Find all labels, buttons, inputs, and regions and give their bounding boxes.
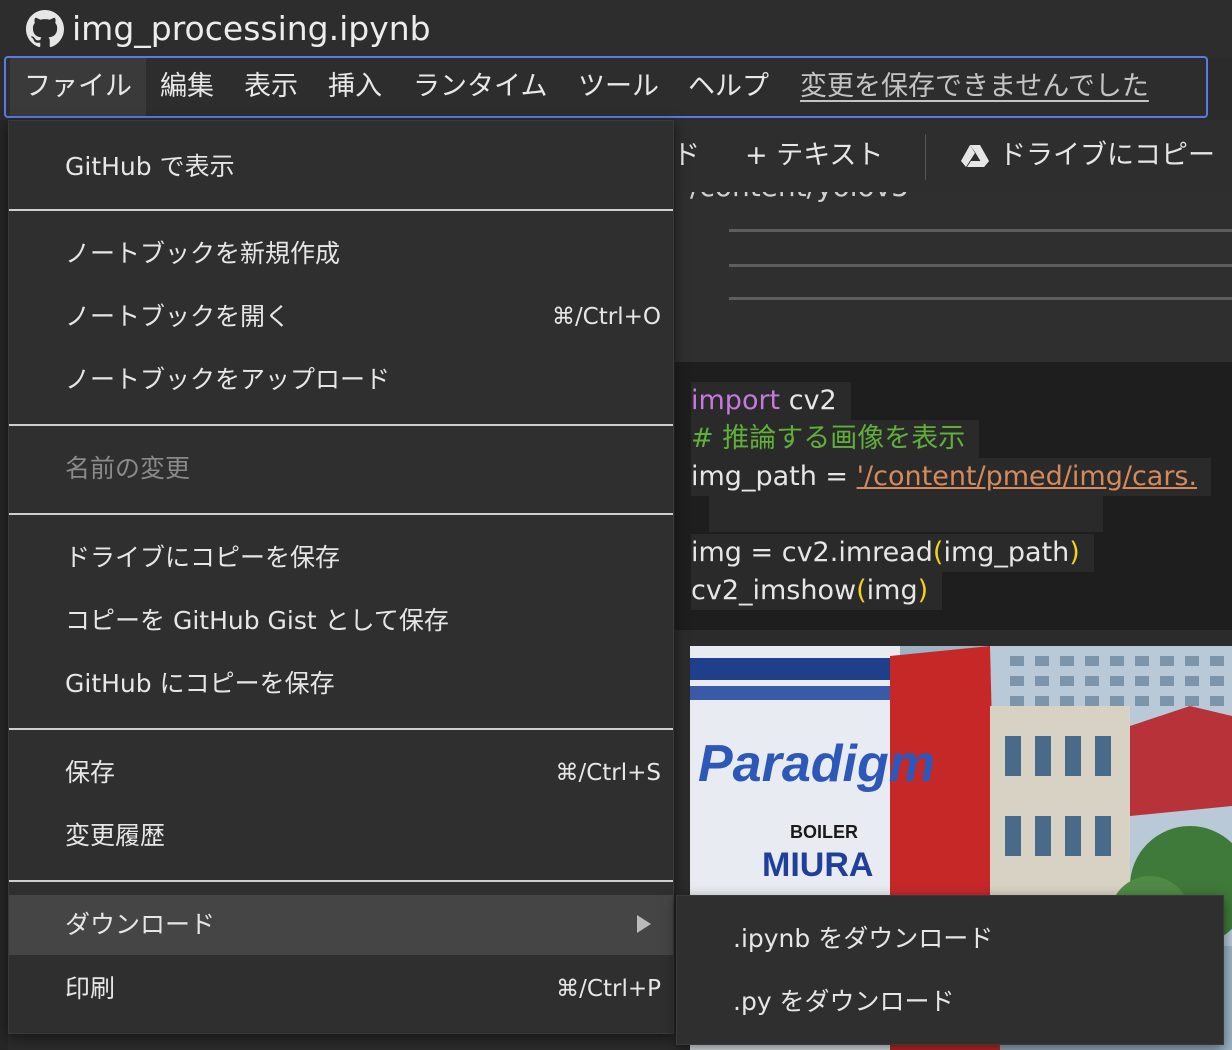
menu-divider: [9, 209, 673, 211]
copy-to-drive-button[interactable]: ドライブにコピー: [999, 120, 1215, 192]
menu-item-label: 変更履歴: [65, 821, 166, 850]
code-line-3: img_path = '/content/pmed/img/cars.: [691, 458, 1212, 496]
submenu-item-download-py[interactable]: .py をダウンロード: [677, 971, 1223, 1033]
menu-divider: [9, 513, 673, 515]
menu-item-label: ノートブックを開く: [65, 302, 291, 331]
code-text: img: [866, 575, 918, 606]
code-text: img_path: [943, 537, 1070, 568]
menu-insert[interactable]: 挿入: [328, 58, 382, 116]
menu-item-open-notebook[interactable]: ノートブックを開く ⌘/Ctrl+O: [9, 287, 673, 347]
code-line-5: img = cv2.imread(img_path): [691, 534, 1094, 572]
toolbar-divider: [925, 134, 926, 180]
menu-view[interactable]: 表示: [244, 58, 298, 116]
menu-item-label: 印刷: [65, 974, 116, 1003]
output-line: [729, 264, 1232, 267]
menu-divider: [9, 728, 673, 730]
code-bracket: ): [917, 575, 929, 606]
code-line-4: [709, 496, 1103, 532]
menu-item-upload-notebook[interactable]: ノートブックをアップロード: [9, 350, 673, 410]
menu-divider: [9, 424, 673, 426]
menu-item-label: 保存: [65, 758, 116, 787]
code-text: cv2: [780, 385, 837, 416]
code-line-1: import cv2: [691, 382, 851, 420]
menu-item-label: .ipynb をダウンロード: [733, 924, 994, 953]
menu-item-view-on-github[interactable]: GitHub で表示: [9, 137, 673, 197]
menu-item-print[interactable]: 印刷 ⌘/Ctrl+P: [9, 959, 673, 1019]
sign-boiler: BOILER: [790, 822, 858, 842]
download-submenu: .ipynb をダウンロード .py をダウンロード: [676, 895, 1224, 1045]
sign-paradigm: Paradigm: [698, 735, 935, 793]
code-cell[interactable]: import cv2 # 推論する画像を表示 img_path = '/cont…: [675, 362, 1232, 630]
menu-item-shortcut: ⌘/Ctrl+P: [556, 976, 661, 1002]
menu-item-label: ノートブックをアップロード: [65, 365, 391, 394]
code-keyword: import: [691, 385, 781, 416]
menu-item-label: ドライブにコピーを保存: [65, 543, 341, 572]
add-text-button[interactable]: + テキスト: [745, 120, 883, 192]
code-text: img_path =: [691, 461, 857, 492]
code-string: '/content/pmed/img/cars.: [856, 461, 1198, 492]
menu-item-save-copy-github[interactable]: GitHub にコピーを保存: [9, 654, 673, 714]
menu-item-shortcut: ⌘/Ctrl+O: [551, 304, 661, 330]
notebook-title[interactable]: img_processing.ipynb: [72, 8, 431, 50]
menu-item-label: 名前の変更: [65, 454, 191, 483]
unsaved-changes-link[interactable]: 変更を保存できませんでした: [800, 58, 1149, 116]
menu-file[interactable]: ファイル: [10, 58, 146, 116]
submenu-item-download-ipynb[interactable]: .ipynb をダウンロード: [677, 908, 1223, 970]
code-comment: # 推論する画像を表示: [691, 423, 966, 454]
output-line: [729, 297, 1232, 300]
menu-help[interactable]: ヘルプ: [688, 58, 769, 116]
menu-item-save[interactable]: 保存 ⌘/Ctrl+S: [9, 743, 673, 803]
menu-divider: [9, 880, 673, 882]
cell-output: /content/yolov5: [675, 192, 1232, 362]
menu-item-rename: 名前の変更: [9, 439, 673, 499]
menu-item-revision-history[interactable]: 変更履歴: [9, 806, 673, 866]
menu-item-download[interactable]: ダウンロード: [9, 895, 673, 955]
code-bracket: ): [1069, 537, 1080, 568]
left-sidebar: [0, 120, 8, 1050]
menu-item-label: GitHub で表示: [65, 152, 235, 181]
output-line: [729, 229, 1232, 232]
menu-item-shortcut: ⌘/Ctrl+S: [555, 760, 661, 786]
menu-item-save-copy-gist[interactable]: コピーを GitHub Gist として保存: [9, 591, 673, 651]
menu-item-label: コピーを GitHub Gist として保存: [65, 606, 449, 635]
menu-item-label: ノートブックを新規作成: [65, 239, 341, 268]
menu-item-label: GitHub にコピーを保存: [65, 669, 335, 698]
add-code-button[interactable]: ド: [673, 120, 700, 192]
menu-item-save-copy-drive[interactable]: ドライブにコピーを保存: [9, 528, 673, 588]
code-text: cv2_imshow: [691, 575, 857, 606]
submenu-arrow-icon: [637, 915, 651, 933]
menu-item-new-notebook[interactable]: ノートブックを新規作成: [9, 224, 673, 284]
menu-tools[interactable]: ツール: [578, 58, 659, 116]
code-line-2: # 推論する画像を表示: [691, 420, 980, 458]
title-bar: img_processing.ipynb: [0, 0, 1232, 58]
code-bracket: (: [932, 537, 944, 568]
menu-bar: ファイル 編集 表示 挿入 ランタイム ツール ヘルプ 変更を保存できませんでし…: [4, 56, 1208, 118]
notebook-toolbar: ド + テキスト ドライブにコピー: [673, 120, 1232, 193]
drive-icon: [961, 145, 989, 167]
sign-miura: MIURA: [762, 846, 873, 884]
file-menu-dropdown: GitHub で表示 ノートブックを新規作成 ノートブックを開く ⌘/Ctrl+O…: [8, 120, 674, 1034]
github-icon: [26, 10, 64, 48]
menu-item-label: .py をダウンロード: [733, 987, 955, 1016]
code-text: img = cv2.imread: [691, 537, 933, 568]
menu-runtime[interactable]: ランタイム: [413, 58, 547, 116]
code-bracket: (: [856, 575, 867, 606]
menu-item-label: ダウンロード: [65, 910, 216, 939]
code-line-6: cv2_imshow(img): [691, 572, 943, 610]
output-path-text: /content/yolov5: [690, 192, 909, 203]
menu-edit[interactable]: 編集: [160, 58, 214, 116]
